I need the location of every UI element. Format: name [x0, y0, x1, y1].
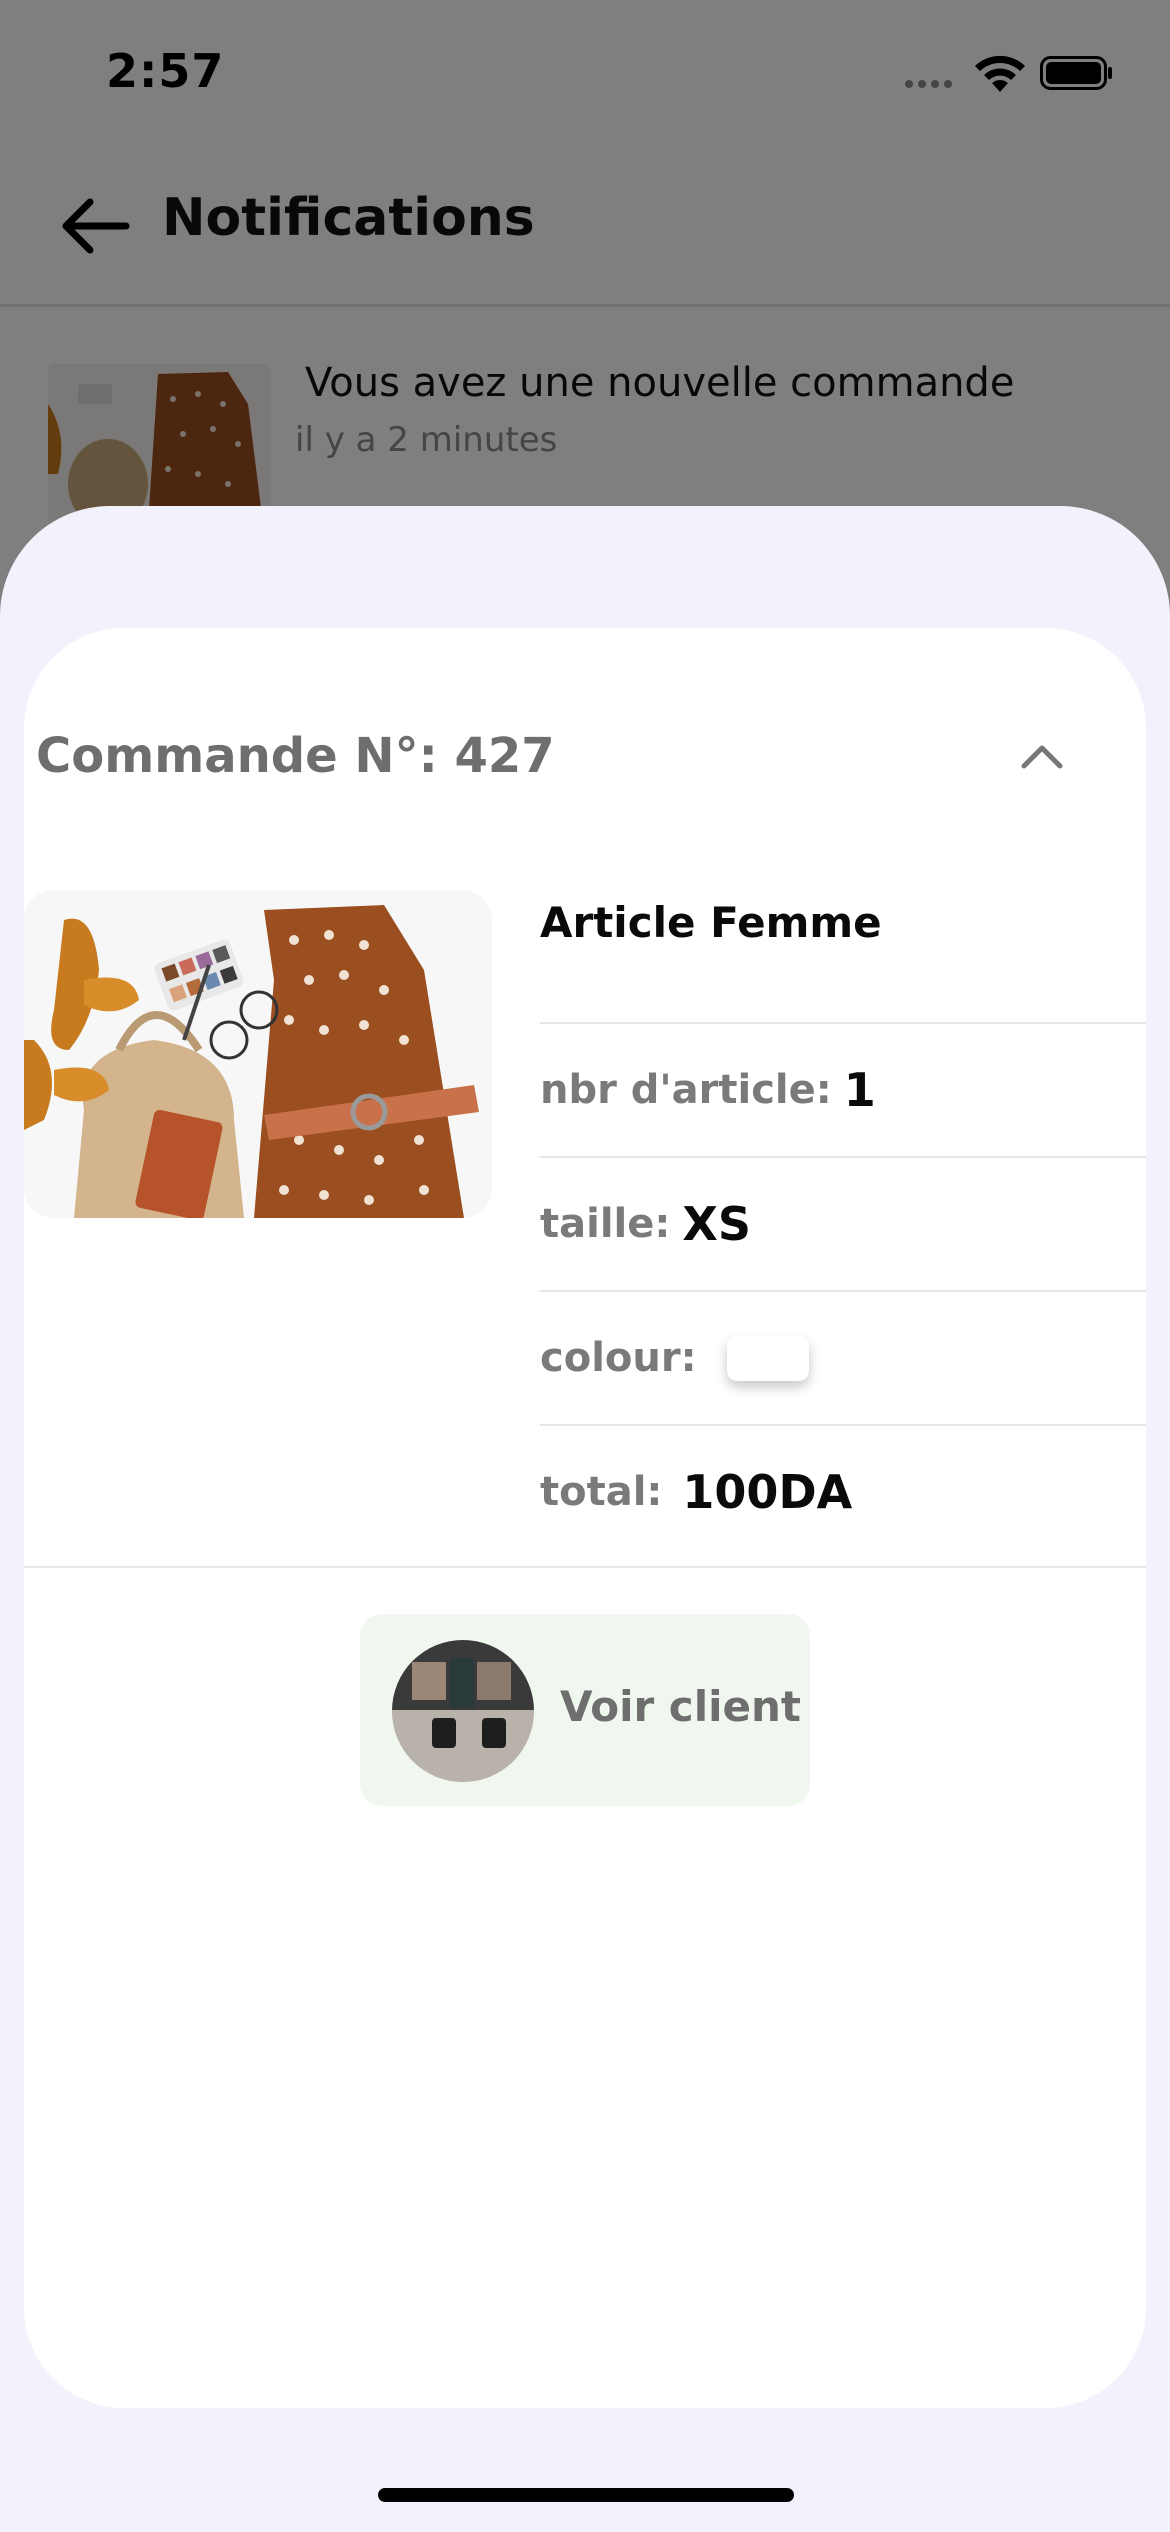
divider — [24, 1566, 1146, 1568]
total-label: total: — [540, 1469, 663, 1515]
colour-swatch — [726, 1335, 809, 1381]
client-avatar — [392, 1640, 534, 1782]
quantity-label: nbr d'article: — [540, 1067, 832, 1113]
product-name-row: Article Femme — [540, 890, 1146, 1024]
product-name: Article Femme — [540, 898, 882, 947]
total-row: total: 100DA — [540, 1426, 1146, 1558]
order-card: Commande N°: 427 Article Femme nbr d'art… — [24, 628, 1146, 2408]
chevron-up-icon[interactable] — [1014, 736, 1070, 776]
order-number: Commande N°: 427 — [36, 728, 555, 784]
size-row: taille: XS — [540, 1158, 1146, 1292]
view-client-label: Voir client — [560, 1682, 801, 1731]
view-client-button[interactable]: Voir client — [360, 1614, 810, 1806]
colour-label: colour: — [540, 1335, 697, 1381]
quantity-value: 1 — [843, 1063, 876, 1117]
colour-row: colour: — [540, 1292, 1146, 1426]
order-details: Article Femme nbr d'article: 1 taille: X… — [540, 890, 1146, 1558]
product-image — [24, 890, 492, 1218]
size-label: taille: — [540, 1201, 671, 1247]
total-value: 100DA — [682, 1465, 853, 1519]
quantity-row: nbr d'article: 1 — [540, 1024, 1146, 1158]
home-indicator[interactable] — [378, 2488, 794, 2502]
order-bottom-sheet: Commande N°: 427 Article Femme nbr d'art… — [0, 506, 1170, 2532]
size-value: XS — [682, 1197, 751, 1251]
